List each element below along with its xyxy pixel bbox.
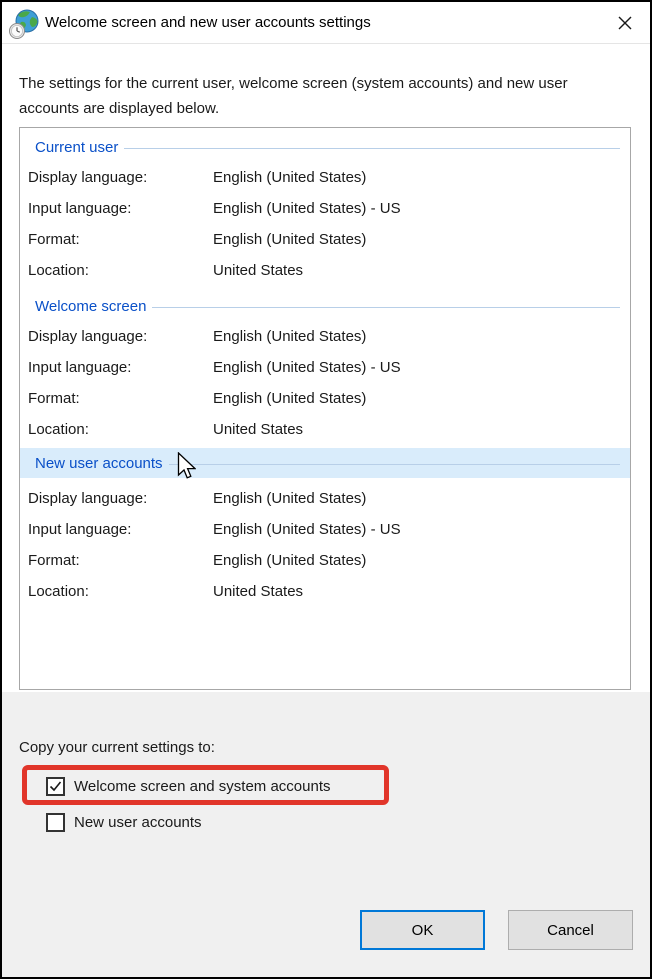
checkbox-icon[interactable] bbox=[46, 777, 65, 796]
setting-row: Display language: English (United States… bbox=[28, 169, 622, 188]
setting-row: Location: United States bbox=[28, 583, 622, 602]
checkbox-label: Welcome screen and system accounts bbox=[74, 778, 331, 795]
setting-value: English (United States) bbox=[213, 328, 622, 347]
setting-row: Format: English (United States) bbox=[28, 552, 622, 571]
setting-label: Input language: bbox=[28, 200, 213, 219]
settings-panel: Current user Display language: English (… bbox=[19, 127, 631, 690]
setting-value: English (United States) bbox=[213, 490, 622, 509]
checkbox-welcome-screen-system-accounts[interactable]: Welcome screen and system accounts bbox=[46, 776, 331, 796]
setting-value: English (United States) - US bbox=[213, 200, 622, 219]
section-header-new-user-accounts[interactable]: New user accounts bbox=[20, 448, 630, 478]
setting-label: Display language: bbox=[28, 328, 213, 347]
setting-row: Location: United States bbox=[28, 262, 622, 281]
ok-button[interactable]: OK bbox=[360, 910, 485, 950]
section-title: Current user bbox=[28, 139, 118, 156]
setting-row: Input language: English (United States) … bbox=[28, 521, 622, 540]
cancel-button[interactable]: Cancel bbox=[508, 910, 633, 950]
setting-value: English (United States) - US bbox=[213, 521, 622, 540]
setting-row: Display language: English (United States… bbox=[28, 490, 622, 509]
setting-label: Format: bbox=[28, 390, 213, 409]
setting-value: English (United States) bbox=[213, 390, 622, 409]
setting-row: Format: English (United States) bbox=[28, 390, 622, 409]
window-title: Welcome screen and new user accounts set… bbox=[45, 14, 371, 31]
setting-label: Format: bbox=[28, 552, 213, 571]
setting-value: English (United States) bbox=[213, 231, 622, 250]
setting-value: United States bbox=[213, 421, 622, 440]
section-title: Welcome screen bbox=[28, 298, 146, 315]
checkbox-icon[interactable] bbox=[46, 813, 65, 832]
checkbox-label: New user accounts bbox=[74, 814, 202, 831]
setting-value: United States bbox=[213, 262, 622, 281]
region-globe-clock-icon bbox=[8, 9, 39, 40]
setting-row: Input language: English (United States) … bbox=[28, 359, 622, 378]
setting-row: Display language: English (United States… bbox=[28, 328, 622, 347]
setting-label: Display language: bbox=[28, 490, 213, 509]
setting-value: United States bbox=[213, 583, 622, 602]
section-divider-line bbox=[152, 307, 620, 308]
section-header-current-user[interactable]: Current user bbox=[28, 137, 622, 157]
welcome-screen-settings-dialog: Welcome screen and new user accounts set… bbox=[0, 0, 652, 979]
setting-label: Input language: bbox=[28, 521, 213, 540]
setting-label: Input language: bbox=[28, 359, 213, 378]
setting-value: English (United States) bbox=[213, 169, 622, 188]
setting-value: English (United States) bbox=[213, 552, 622, 571]
section-header-welcome-screen[interactable]: Welcome screen bbox=[28, 296, 622, 316]
dialog-description: The settings for the current user, welco… bbox=[19, 71, 611, 121]
setting-label: Format: bbox=[28, 231, 213, 250]
setting-row: Location: United States bbox=[28, 421, 622, 440]
checkbox-new-user-accounts[interactable]: New user accounts bbox=[46, 812, 202, 832]
copy-settings-label: Copy your current settings to: bbox=[19, 739, 215, 756]
title-bar: Welcome screen and new user accounts set… bbox=[2, 2, 650, 44]
setting-row: Format: English (United States) bbox=[28, 231, 622, 250]
setting-label: Location: bbox=[28, 262, 213, 281]
setting-label: Display language: bbox=[28, 169, 213, 188]
close-icon[interactable] bbox=[611, 10, 639, 36]
setting-label: Location: bbox=[28, 421, 213, 440]
section-divider-line bbox=[169, 464, 620, 465]
setting-label: Location: bbox=[28, 583, 213, 602]
section-title: New user accounts bbox=[28, 455, 163, 472]
setting-row: Input language: English (United States) … bbox=[28, 200, 622, 219]
setting-value: English (United States) - US bbox=[213, 359, 622, 378]
section-divider-line bbox=[124, 148, 620, 149]
